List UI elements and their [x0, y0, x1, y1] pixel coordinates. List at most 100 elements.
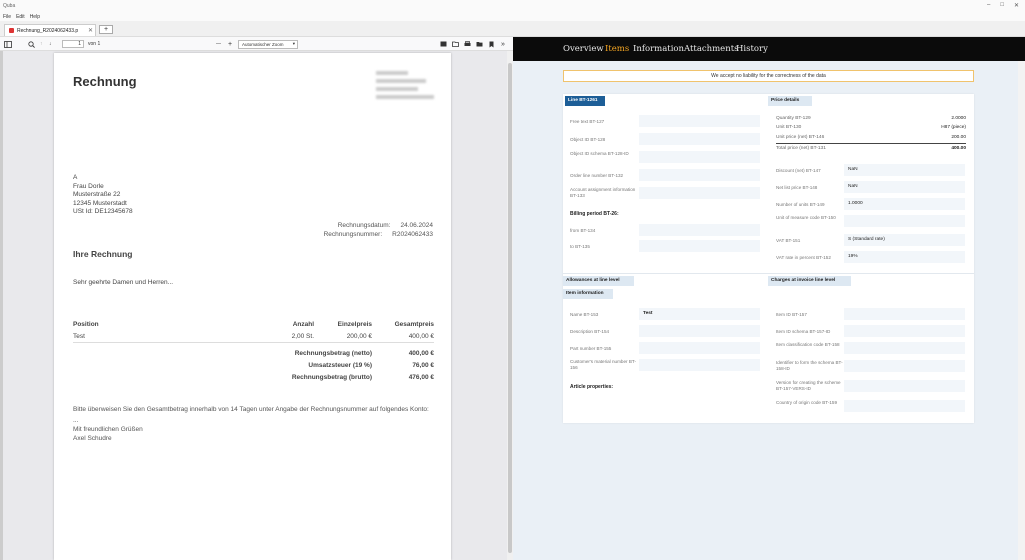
maximize-button[interactable]: □	[1000, 2, 1004, 9]
totals-block: Rechnungsbetrag (netto) 400,00 € Umsatzs…	[73, 348, 434, 384]
tab-close-icon[interactable]: ✕	[88, 27, 93, 34]
address-line: Frau Dorle	[73, 182, 104, 190]
menu-file[interactable]: File	[3, 14, 11, 20]
total-row: Rechnungsbetrag (netto) 400,00 €	[73, 348, 434, 360]
next-page-icon[interactable]: ↓	[49, 39, 52, 49]
price-row-value: H87 (piece)	[941, 125, 966, 130]
row-position: Test	[73, 333, 85, 340]
billing-to-field	[639, 240, 760, 252]
price-row: Total price (net) BT-131 400.00	[776, 146, 966, 151]
field-label: Net list price BT-148	[776, 185, 818, 190]
total-value: 476,00 €	[408, 374, 434, 381]
object-id-field	[639, 133, 760, 145]
field-label: Customer's material number BT-156	[570, 359, 636, 370]
app-title: Quba	[3, 3, 16, 9]
field-label: VAT rate in percent BT-152	[776, 255, 831, 260]
address-line: 12345 Musterstadt	[73, 199, 127, 207]
open-file-icon[interactable]	[452, 39, 459, 49]
menu-bar: File Edit Help	[0, 12, 1025, 21]
total-label: Umsatzsteuer (19 %)	[308, 362, 372, 369]
menu-help[interactable]: Help	[30, 14, 40, 20]
invoice-date-label: Rechnungsdatum:	[337, 222, 391, 229]
price-details-header: Price details	[768, 96, 812, 106]
customer-material-field	[639, 359, 760, 371]
row-unit-price: 200,00 €	[346, 333, 372, 340]
billing-from-field	[639, 224, 760, 236]
field-label: Object ID schema BT-128-ID	[570, 151, 629, 156]
presentation-icon[interactable]	[440, 39, 447, 49]
field-label: Free text BT-127	[570, 119, 605, 124]
discount-field: NaN	[844, 164, 965, 176]
bookmark-icon[interactable]	[489, 39, 494, 49]
tab-overview[interactable]: Overview	[563, 44, 604, 54]
print-icon[interactable]	[464, 39, 471, 49]
free-text-field	[639, 115, 760, 127]
pdf-icon	[9, 28, 14, 33]
pdf-page: Rechnung A Frau Dorle Musterstraße 22 12…	[54, 53, 451, 560]
find-icon[interactable]	[28, 39, 35, 49]
column-position: Position	[73, 321, 99, 328]
item-information-header: Item information	[563, 289, 613, 299]
total-label: Rechnungsbetrag (netto)	[294, 350, 372, 357]
field-label: Discount (net) BT-147	[776, 168, 821, 173]
zoom-select[interactable]: Automatischer Zoom ▾	[238, 39, 298, 49]
invoice-subject: Ihre Rechnung	[73, 249, 133, 259]
account-placeholder: ...	[73, 417, 79, 424]
greeting: Sehr geehrte Damen und Herren...	[73, 279, 174, 286]
article-properties-title: Article properties:	[570, 384, 614, 390]
charges-header: Charges at invoice line level	[768, 276, 851, 286]
new-tab-button[interactable]: +	[99, 25, 113, 34]
previous-page-icon[interactable]: ↑	[40, 39, 43, 49]
column-total: Gesamtpreis	[394, 321, 434, 328]
sidebar-toggle-icon[interactable]	[4, 39, 12, 49]
net-list-price-field: NaN	[844, 181, 965, 193]
section-divider	[563, 273, 974, 274]
row-total: 400,00 €	[408, 333, 434, 340]
account-assignment-field	[639, 187, 760, 199]
field-label: Identifier to form the schema BT-158-ID	[776, 360, 843, 371]
active-tab-caret	[608, 55, 618, 61]
zoom-in-button[interactable]: +	[228, 39, 232, 49]
total-row: Rechnungsbetrag (brutto) 476,00 €	[73, 372, 434, 384]
pdf-scroll-thumb[interactable]	[508, 63, 512, 553]
menu-edit[interactable]: Edit	[16, 14, 25, 20]
allowances-header: Allowances at line level	[563, 276, 634, 286]
item-name-field: Test	[639, 308, 760, 320]
closing-greeting: Mit freundlichen Grüßen	[73, 426, 143, 433]
order-line-field	[639, 169, 760, 181]
zoom-out-button[interactable]: —	[216, 39, 221, 49]
content-scrollbar[interactable]	[1018, 61, 1025, 560]
price-row-value: 200.00	[951, 135, 966, 140]
total-row: Umsatzsteuer (19 %) 76,00 €	[73, 360, 434, 372]
vat-rate-field: 19%	[844, 251, 965, 263]
page-number-input[interactable]: 1	[62, 40, 84, 48]
pdf-toolbar: ↑ ↓ 1 von 1 — + Automatischer Zoom ▾ »	[0, 37, 513, 51]
tab-history[interactable]: History	[736, 44, 768, 54]
recipient-address: A Frau Dorle Musterstraße 22 12345 Muste…	[73, 174, 133, 217]
close-window-button[interactable]: ✕	[1014, 2, 1019, 9]
xrechnung-nav: Overview Items Information Attachments H…	[513, 37, 1025, 61]
address-line: USt Id: DE12345678	[73, 208, 133, 215]
tab-attachments[interactable]: Attachments	[684, 44, 738, 54]
left-edge	[0, 51, 3, 560]
tab-bar: Rechnung_R2024062433.p ✕ +	[0, 21, 1025, 37]
field-label: Number of units BT-149	[776, 202, 825, 207]
field-label: Item classification code BT-158	[776, 342, 840, 347]
more-tools-icon[interactable]: »	[501, 39, 505, 49]
save-icon[interactable]	[476, 39, 483, 49]
minimize-button[interactable]: –	[987, 2, 990, 9]
price-row-value: 2.0000	[951, 116, 966, 121]
signature-name: Axel Schudre	[73, 435, 112, 442]
tab-information[interactable]: Information	[633, 44, 684, 54]
positions-table: Position Anzahl Einzelpreis Gesamtpreis …	[73, 319, 434, 343]
table-header: Position Anzahl Einzelpreis Gesamtpreis	[73, 319, 434, 331]
closing-text: Bitte überweisen Sie den Gesamtbetrag in…	[73, 405, 443, 443]
total-value: 400,00 €	[408, 350, 434, 357]
classification-schema-field	[844, 360, 965, 372]
invoice-number-row: Rechnungsnummer: R2024062433	[324, 231, 433, 238]
tab-document[interactable]: Rechnung_R2024062433.p ✕	[4, 24, 96, 36]
price-row-value: 400.00	[951, 146, 966, 151]
tab-items[interactable]: Items	[605, 44, 629, 54]
invoice-number-value: R2024062433	[392, 231, 433, 238]
address-line: A	[73, 174, 78, 181]
